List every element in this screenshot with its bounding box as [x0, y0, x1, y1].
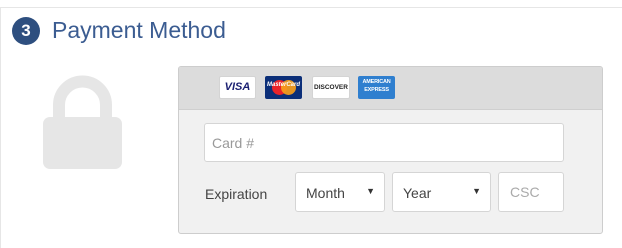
expiration-month-select[interactable]: Month ▼: [295, 172, 385, 212]
amex-logo-line1: AMERICAN: [362, 79, 391, 85]
visa-logo: VISA: [219, 76, 256, 99]
section-left-border: [0, 7, 1, 248]
discover-logo: DISCOVER: [312, 76, 350, 99]
amex-logo-line2: EXPRESS: [364, 87, 389, 93]
payment-panel: VISA MasterCard DISCOVER AMERICAN EXPRES…: [178, 66, 603, 234]
card-number-input[interactable]: [204, 123, 564, 162]
section-top-border: [0, 7, 622, 8]
visa-logo-text: VISA: [224, 81, 251, 93]
step-number-badge: 3: [12, 17, 40, 45]
csc-input[interactable]: [498, 172, 564, 212]
caret-down-icon: ▼: [472, 186, 481, 196]
year-select-value: Year: [403, 185, 432, 201]
lock-icon: [43, 75, 122, 169]
discover-logo-text: DISCOVER: [314, 84, 348, 91]
amex-logo: AMERICAN EXPRESS: [358, 76, 395, 99]
mastercard-logo: MasterCard: [265, 76, 302, 99]
accepted-cards-header: VISA MasterCard DISCOVER AMERICAN EXPRES…: [179, 67, 602, 110]
section-title: Payment Method: [52, 17, 226, 43]
caret-down-icon: ▼: [366, 186, 375, 196]
expiration-year-select[interactable]: Year ▼: [392, 172, 491, 212]
expiration-label: Expiration: [205, 186, 268, 202]
mastercard-logo-text: MasterCard: [266, 82, 300, 88]
month-select-value: Month: [306, 185, 345, 201]
